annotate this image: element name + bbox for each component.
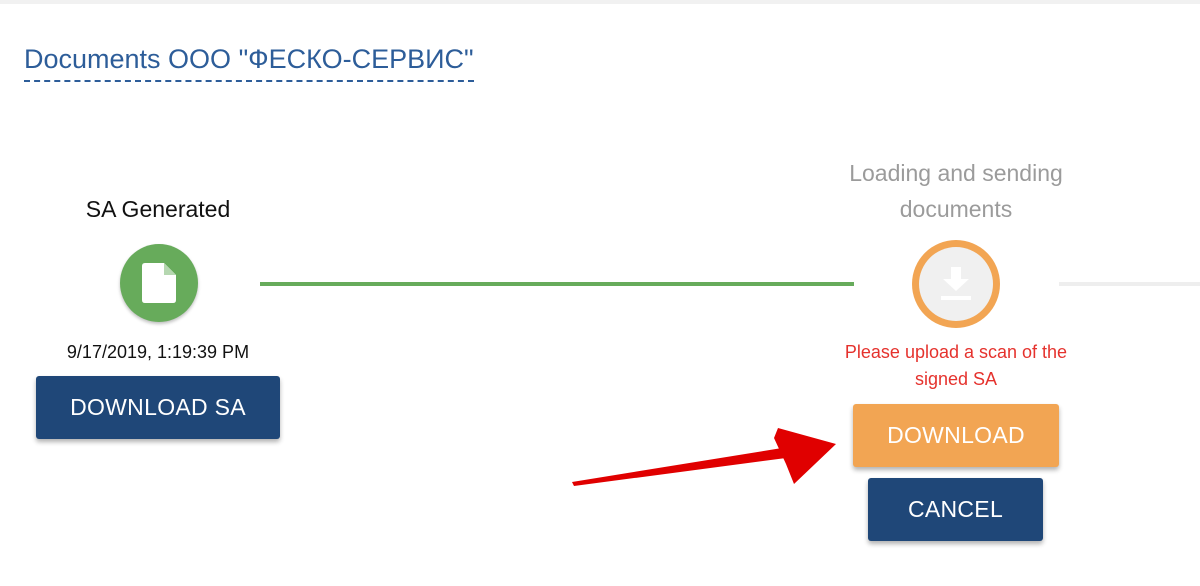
document-icon xyxy=(142,263,176,303)
step-status-circle-inner xyxy=(919,247,993,321)
step-status-circle-done xyxy=(120,244,198,322)
annotation-arrow-icon xyxy=(572,428,836,486)
upload-scan-error-message: Please upload a scan of the signed SA xyxy=(844,342,1068,389)
step-status-circle-active xyxy=(912,240,1000,328)
step-completed-date: 9/17/2019, 1:19:39 PM xyxy=(66,342,250,362)
step-title-loading-sending: Loading and sending documents xyxy=(849,160,1063,222)
cancel-button[interactable]: CANCEL xyxy=(868,478,1043,541)
step-connector-completed xyxy=(260,282,854,286)
download-button[interactable]: DOWNLOAD xyxy=(853,404,1059,467)
top-divider xyxy=(0,0,1200,4)
step-title-sa-generated: SA Generated xyxy=(85,196,231,222)
step-connector-pending xyxy=(1059,282,1200,286)
download-icon xyxy=(941,267,971,300)
documents-page: Documents ООО "ФЕСКО-СЕРВИС" SA Generate… xyxy=(0,0,1200,586)
page-title-link[interactable]: Documents ООО "ФЕСКО-СЕРВИС" xyxy=(24,42,474,82)
download-sa-button[interactable]: DOWNLOAD SA xyxy=(36,376,280,439)
